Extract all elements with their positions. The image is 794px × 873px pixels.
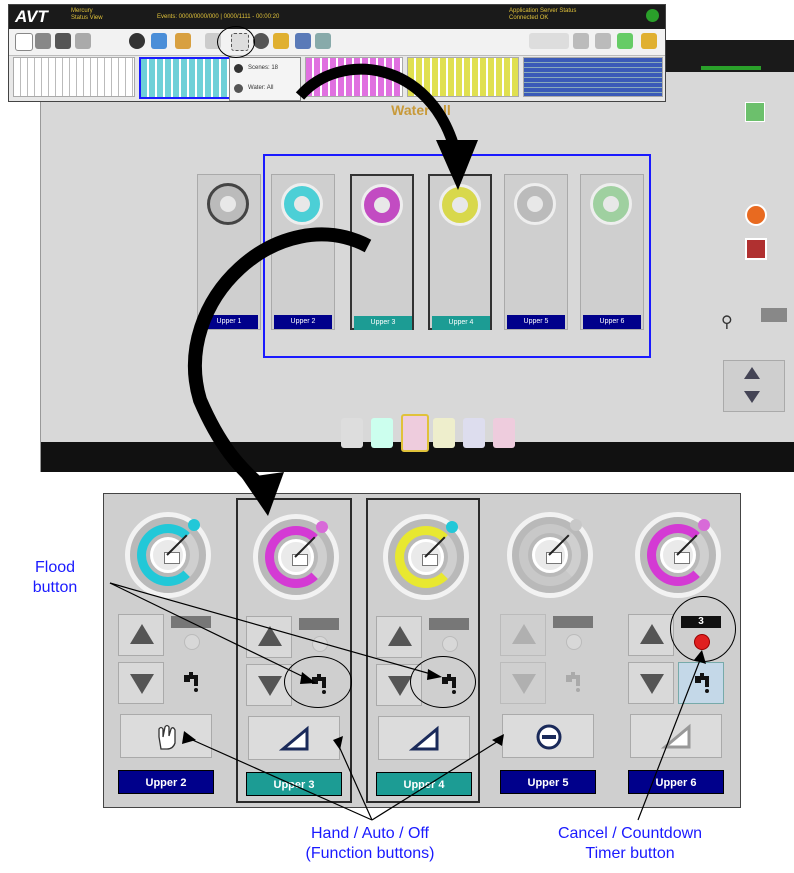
- callout-line: [637, 659, 701, 821]
- flood-highlight: [410, 656, 476, 708]
- countdown-highlight: [670, 596, 736, 662]
- arrowhead: [242, 472, 284, 516]
- callout-line: [337, 743, 373, 821]
- cancel-callout: Cancel / Countdown Timer button: [557, 825, 703, 862]
- function-callout: Hand / Auto / Off (Function buttons): [305, 825, 435, 862]
- arrowhead: [333, 736, 343, 750]
- callout-line: [187, 737, 373, 821]
- callout-line: [371, 739, 501, 821]
- curved-arrow: [187, 227, 372, 493]
- arrowhead: [182, 731, 196, 744]
- flood-highlight: [284, 656, 352, 708]
- annotation-overlay: [109, 63, 706, 821]
- curved-arrow: [295, 63, 461, 152]
- arrowhead: [436, 140, 478, 190]
- flood-callout: Flood button: [32, 559, 78, 596]
